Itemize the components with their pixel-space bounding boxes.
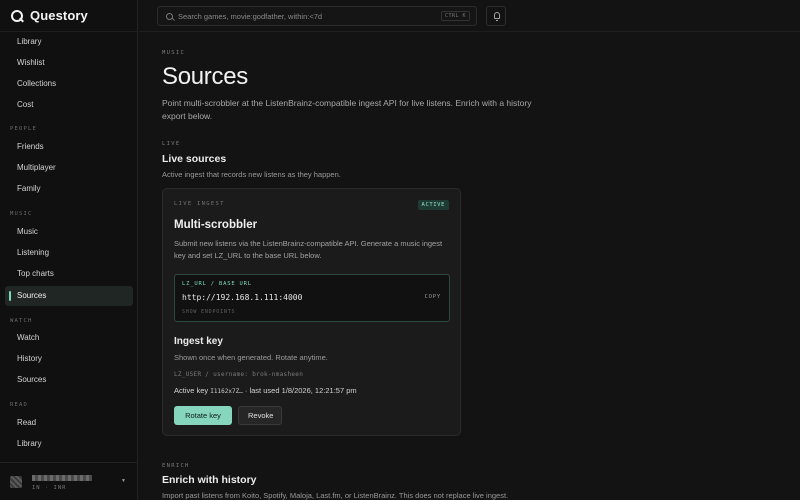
live-sources-title: Live sources: [162, 153, 227, 165]
search-input[interactable]: [178, 9, 428, 23]
avatar: [10, 476, 22, 488]
sidebar-item-family[interactable]: Family: [5, 179, 133, 199]
page-title: Sources: [162, 63, 248, 90]
brand[interactable]: Questory: [0, 0, 137, 32]
sidebar-item-friends[interactable]: Friends: [5, 137, 133, 157]
page-description: Point multi-scrobbler at the ListenBrain…: [162, 98, 532, 121]
account-switcher[interactable]: IN · INR ▼: [0, 462, 138, 500]
search-shortcut: CTRL K: [440, 11, 470, 21]
enrich-title: Enrich with history: [162, 474, 257, 486]
sidebar-item-read-library[interactable]: Library: [5, 434, 133, 454]
sidebar-item-watch-sources[interactable]: Sources: [5, 370, 133, 390]
live-sources-description: Active ingest that records new listens a…: [162, 170, 341, 179]
sidebar-section-music: MUSIC: [10, 211, 33, 217]
card-title: Multi-scrobbler: [174, 219, 258, 231]
show-endpoints-toggle[interactable]: SHOW ENDPOINTS: [182, 309, 235, 315]
page-eyebrow: MUSIC: [162, 50, 186, 56]
topbar: CTRL K: [139, 0, 800, 32]
sidebar-item-collections[interactable]: Collections: [5, 74, 133, 94]
sidebar-item-listening[interactable]: Listening: [5, 243, 133, 263]
copy-button[interactable]: COPY: [425, 294, 441, 300]
ingest-key-title: Ingest key: [174, 336, 223, 347]
card-description: Submit new listens via the ListenBrainz-…: [174, 239, 443, 260]
sidebar: Questory Library Wishlist Collections Co…: [0, 0, 138, 500]
search-box[interactable]: CTRL K: [157, 6, 477, 26]
sidebar-item-read[interactable]: Read: [5, 413, 133, 433]
ingest-key-description: Shown once when generated. Rotate anytim…: [174, 353, 328, 362]
account-name-redacted: [32, 475, 92, 481]
rotate-key-button[interactable]: Rotate key: [174, 406, 232, 425]
main-content: MUSIC Sources Point multi-scrobbler at t…: [139, 33, 800, 500]
base-url-box: LZ_URL / BASE URL http://192.168.1.111:4…: [174, 274, 450, 322]
sidebar-section-watch: WATCH: [10, 318, 33, 324]
enrich-eyebrow: ENRICH: [162, 463, 190, 469]
status-badge: ACTIVE: [417, 200, 449, 210]
account-region: IN · INR: [32, 485, 67, 491]
sidebar-item-music[interactable]: Music: [5, 222, 133, 242]
active-key-label: Active key: [174, 386, 209, 395]
enrich-description: Import past listens from Koito, Spotify,…: [162, 491, 509, 500]
questory-logo-icon: [11, 9, 23, 22]
url-label: LZ_URL / BASE URL: [182, 281, 252, 287]
multi-scrobbler-card: LIVE INGEST ACTIVE Multi-scrobbler Submi…: [162, 188, 461, 436]
sidebar-item-top-charts[interactable]: Top charts: [5, 264, 133, 284]
notifications-button[interactable]: [486, 6, 506, 26]
sidebar-item-history[interactable]: History: [5, 349, 133, 369]
sidebar-section-people: PEOPLE: [10, 126, 38, 132]
search-icon: [166, 13, 173, 20]
live-eyebrow: LIVE: [162, 141, 181, 147]
sidebar-item-multiplayer[interactable]: Multiplayer: [5, 158, 133, 178]
app-name: Questory: [30, 8, 88, 23]
chevron-down-icon: ▼: [121, 478, 126, 484]
sidebar-item-wishlist[interactable]: Wishlist: [5, 53, 133, 73]
card-eyebrow: LIVE INGEST: [174, 201, 225, 207]
url-value[interactable]: http://192.168.1.111:4000: [182, 293, 302, 302]
sidebar-item-music-sources[interactable]: Sources: [5, 286, 133, 306]
sidebar-section-read: READ: [10, 402, 29, 408]
bell-icon: [494, 12, 500, 21]
sidebar-item-library[interactable]: Library: [5, 32, 133, 52]
lz-user-line: LZ_USER / username: brok-nmasheen: [174, 371, 304, 378]
sidebar-item-cost[interactable]: Cost: [5, 95, 133, 115]
last-used: · last used 1/8/2026, 12:21:57 pm: [244, 386, 357, 395]
revoke-button[interactable]: Revoke: [238, 406, 282, 425]
active-key-line: Active key I1162x7Z… · last used 1/8/202…: [174, 386, 357, 395]
sidebar-item-watch[interactable]: Watch: [5, 328, 133, 348]
active-key-value: I1162x7Z…: [210, 388, 243, 395]
